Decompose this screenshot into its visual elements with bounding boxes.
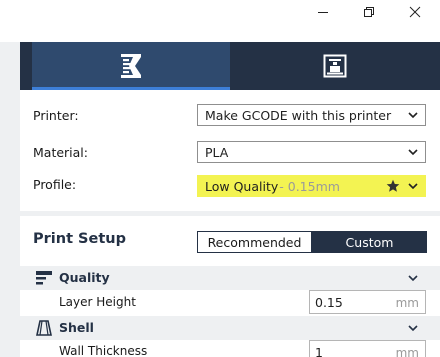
layer-height-label: Layer Height [59, 295, 136, 309]
close-button[interactable] [392, 0, 438, 24]
material-label: Material: [33, 145, 88, 160]
wall-thickness-value: 1 [315, 344, 323, 357]
wall-thickness-label: Wall Thickness [59, 344, 148, 357]
slice-icon [121, 54, 141, 78]
profile-label: Profile: [33, 177, 77, 192]
print-setup-title: Print Setup [33, 231, 126, 247]
chevron-down-icon [408, 275, 418, 282]
tab-monitor[interactable] [230, 42, 440, 90]
minimize-icon [318, 12, 328, 13]
chevron-down-icon [408, 149, 418, 156]
printer-select[interactable]: Make GCODE with this printer [197, 104, 426, 126]
viewport-edge [0, 42, 20, 357]
section-divider [20, 211, 440, 216]
shell-icon [36, 320, 52, 336]
profile-layer-height: - 0.15mm [279, 178, 340, 194]
star-icon[interactable] [386, 179, 400, 193]
category-quality[interactable]: Quality [20, 266, 440, 290]
close-icon [409, 6, 421, 18]
active-tab-indicator [32, 87, 230, 90]
mode-tab-bar [20, 42, 440, 90]
profile-value: Low Quality [205, 178, 279, 194]
material-select[interactable]: PLA [197, 141, 426, 163]
monitor-printer-icon [323, 54, 347, 78]
printer-label: Printer: [33, 108, 79, 123]
profile-select[interactable]: Low Quality - 0.15mm [197, 175, 426, 197]
custom-mode-button[interactable]: Custom [312, 231, 427, 253]
tab-prepare[interactable] [32, 42, 230, 90]
layer-height-value: 0.15 [315, 294, 343, 310]
chevron-down-icon [408, 325, 418, 332]
material-value: PLA [205, 144, 229, 160]
quality-label: Quality [59, 270, 110, 285]
layer-height-input[interactable]: 0.15 mm [309, 290, 426, 314]
minimize-button[interactable] [300, 0, 346, 24]
wall-thickness-input[interactable]: 1 mm [309, 340, 426, 357]
recommended-mode-button[interactable]: Recommended [197, 231, 312, 253]
chevron-down-icon [408, 183, 418, 190]
shell-label: Shell [59, 320, 94, 335]
category-shell[interactable]: Shell [20, 316, 440, 340]
chevron-down-icon [408, 112, 418, 119]
layer-height-unit: mm [395, 296, 419, 310]
printer-value: Make GCODE with this printer [205, 107, 392, 123]
quality-layers-icon [36, 271, 52, 285]
restore-button[interactable] [346, 0, 392, 24]
title-bar [0, 0, 440, 42]
restore-icon [364, 7, 374, 17]
wall-thickness-unit: mm [395, 346, 419, 357]
